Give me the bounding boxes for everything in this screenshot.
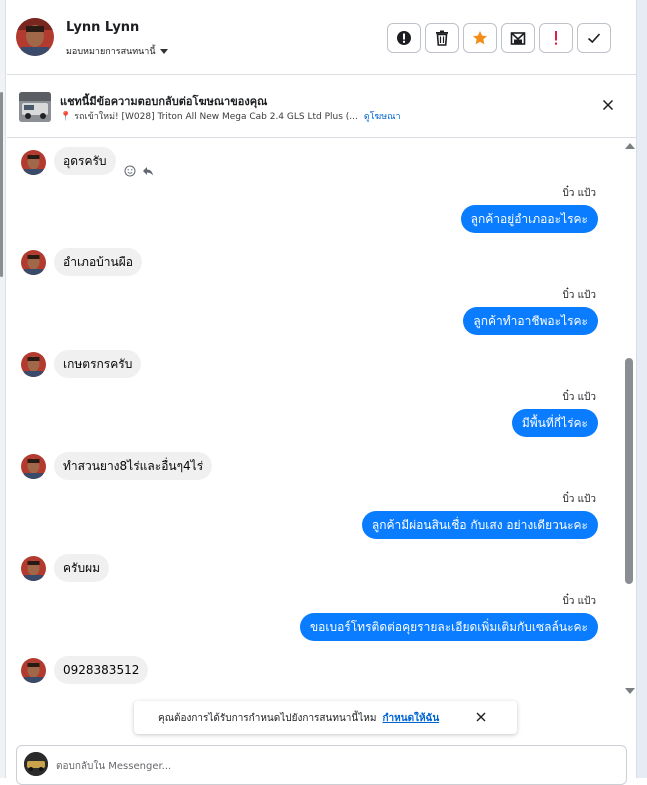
contact-avatar[interactable] [21,250,46,275]
ad-reply-banner: แชทนี้มีข้อความตอบกลับต่อโฆษณาของคุณ 📍 รถ… [7,76,636,138]
incoming-message-bubble[interactable]: 0928383512 [54,656,149,684]
scrollbar-thumb[interactable] [625,358,633,584]
star-icon [473,31,487,45]
assign-label: มอบหมายการสนทนานี้ [66,47,156,57]
contact-avatar[interactable] [16,18,54,56]
contact-avatar[interactable] [21,556,46,581]
contact-name: Lynn Lynn [66,20,140,35]
sender-name: บิ๋ว แป้ว [562,494,596,505]
contact-avatar[interactable] [21,658,46,683]
ad-reply-subtitle: 📍 รถเข้าใหม่! [W028] Triton All New Mega … [60,109,401,123]
conversation-header: Lynn Lynn มอบหมายการสนทนานี้ [7,0,636,75]
outgoing-message-bubble[interactable]: ลูกค้าทำอาชีพอะไรคะ [463,307,598,335]
contact-avatar[interactable] [21,150,46,175]
ad-thumbnail[interactable] [19,92,51,122]
sender-name: บิ๋ว แป้ว [562,392,596,403]
scroll-down-arrow-icon[interactable] [625,688,635,694]
left-panel-edge [0,0,6,778]
ad-name: รถเข้าใหม่! [W028] Triton All New Mega C… [74,112,358,122]
dismiss-toast-button[interactable] [475,711,487,723]
conversation-actions [387,23,611,53]
assign-to-me-link[interactable]: กำหนดให้ฉัน [382,713,439,724]
follow-up-button[interactable] [539,23,573,53]
reply-input-placeholder: ตอบกลับใน Messenger... [56,761,172,772]
right-panel-edge [636,0,647,778]
mark-spam-button[interactable] [387,23,421,53]
contact-avatar[interactable] [21,454,46,479]
page-avatar [24,752,48,776]
mark-done-button[interactable] [577,23,611,53]
incoming-message-bubble[interactable]: อุดรครับ [54,147,116,175]
outgoing-message-bubble[interactable]: ลูกค้าอยู่อำเภออะไรคะ [460,205,598,233]
exclamation-icon [555,31,557,45]
close-icon [476,712,486,722]
message-thread: อุดรครับ บิ๋ว แป้ว ลูกค้าอยู่อำเภออะไรคะ… [7,139,621,704]
assign-toast-text: คุณต้องการได้รับการกำหนดไปยังการสนทนานี้… [158,713,377,724]
contact-avatar[interactable] [21,352,46,377]
pin-icon: 📍 [60,112,72,122]
thread-scrollbar[interactable] [623,139,635,699]
ad-reply-title: แชทนี้มีข้อความตอบกลับต่อโฆษณาของคุณ [60,95,268,108]
assign-toast: คุณต้องการได้รับการกำหนดไปยังการสนทนานี้… [134,701,517,734]
sender-name: บิ๋ว แป้ว [562,596,596,607]
left-panel-scroll-indicator [0,92,3,277]
incoming-message-bubble[interactable]: เกษตรกรครับ [54,350,142,378]
close-banner-button[interactable] [600,97,616,113]
incoming-message-bubble[interactable]: ครับผม [54,554,110,582]
incoming-message-bubble[interactable]: ทำสวนยาง8ไร่และอื่นๆ4ไร่ [54,452,213,480]
close-icon [602,99,614,111]
reply-composer[interactable]: ตอบกลับใน Messenger... [16,745,627,785]
message-hover-actions [124,165,154,177]
sender-name: บิ๋ว แป้ว [562,290,596,301]
reply-icon[interactable] [142,165,154,177]
outgoing-message-bubble[interactable]: ขอเบอร์โทรติดต่อคุยรายละเอียดเพิ่มเติมกั… [299,613,598,641]
checkmark-icon [587,33,601,44]
trash-icon [436,30,448,46]
sender-name: บิ๋ว แป้ว [562,188,596,199]
scroll-up-arrow-icon[interactable] [625,143,635,149]
envelope-icon [510,32,526,45]
view-ad-link[interactable]: ดูโฆษณา [364,112,401,122]
smiley-icon[interactable] [124,165,136,177]
alert-circle-icon [397,31,411,45]
outgoing-message-bubble[interactable]: มีพื้นที่กี่ไร่คะ [511,409,598,437]
mark-unread-button[interactable] [501,23,535,53]
star-button[interactable] [463,23,497,53]
delete-button[interactable] [425,23,459,53]
chevron-down-icon [159,48,168,54]
incoming-message-bubble[interactable]: อำเภอบ้านผือ [54,248,142,276]
assign-conversation-dropdown[interactable]: มอบหมายการสนทนานี้ [66,44,168,58]
outgoing-message-bubble[interactable]: ลูกค้ามีผ่อนสินเชื่อ กับเสง อย่างเดียวนะ… [361,511,598,539]
